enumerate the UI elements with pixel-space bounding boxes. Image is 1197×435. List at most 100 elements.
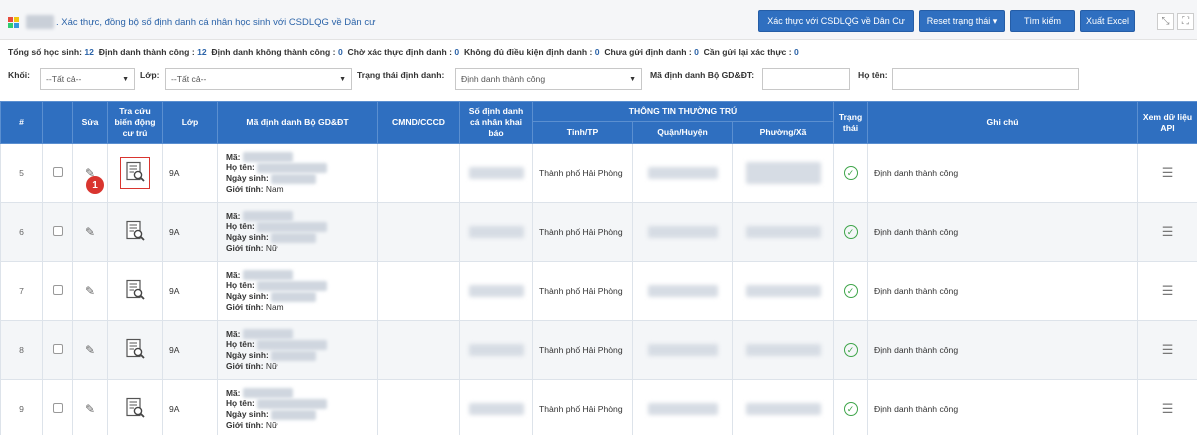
phuong-cell [731, 202, 835, 262]
residence-lookup-icon[interactable] [124, 338, 146, 360]
tinh-cell: Thành phố Hải Phòng [532, 202, 633, 262]
col-ma-dinh-danh: Mã định danh Bộ GD&ĐT [217, 101, 378, 144]
cmnd-cell [377, 202, 460, 262]
note-cell: Định danh thành công [867, 261, 1139, 321]
class-cell: 9A [162, 202, 218, 262]
ho-ten-input[interactable] [892, 68, 1079, 90]
trang-thai-select[interactable]: Định danh thành công ▼ [455, 68, 642, 90]
col-quan: Quận/Huyện [632, 121, 733, 144]
check-circle-icon: ✓ [843, 343, 858, 357]
lop-select[interactable]: --Tất cả-- ▼ [165, 68, 352, 90]
ma-dinh-danh-label: Mã định danh Bộ GD&ĐT: [650, 70, 755, 80]
tinh-cell: Thành phố Hải Phòng [532, 143, 633, 203]
table-row: 6 ✎ 9A Mã: Họ tên: Ngày sinh: Giới tính: Nữ… [0, 202, 1197, 262]
cmnd-cell [377, 261, 460, 321]
step-marker-badge: 1 [86, 176, 104, 194]
phuong-cell [731, 261, 835, 321]
check-circle-icon: ✓ [843, 284, 858, 298]
check-circle-icon: ✓ [843, 402, 858, 416]
caret-down-icon: ▼ [629, 76, 636, 83]
page-title: . Xác thực, đồng bộ số định danh cá nhân… [56, 17, 376, 28]
residence-lookup-icon[interactable] [124, 220, 146, 242]
col-phuong: Phường/Xã [731, 121, 835, 144]
note-cell: Định danh thành công [867, 143, 1139, 203]
row-checkbox[interactable] [52, 285, 63, 295]
tinh-cell: Thành phố Hải Phòng [532, 379, 633, 435]
row-number: 9 [0, 379, 43, 435]
phuong-cell [731, 320, 835, 380]
row-number: 5 [0, 143, 43, 203]
residence-lookup-icon[interactable] [124, 161, 146, 183]
class-cell: 9A [162, 143, 218, 203]
col-lop: Lớp [162, 101, 218, 144]
so-dinh-danh-cell [459, 143, 533, 203]
student-info-cell: Mã: Họ tên: Ngày sinh: Giới tính: Nữ [217, 202, 378, 262]
col-so-dinh-danh: Số định danh cá nhân khai báo [459, 101, 533, 144]
ho-ten-label: Họ tên: [858, 70, 888, 80]
col-ghi-chu: Ghi chú [867, 101, 1139, 144]
fullscreen-icon[interactable]: ⛶ [1177, 13, 1194, 30]
reset-status-button[interactable]: Reset trạng thái ▾ [919, 10, 1005, 32]
search-button[interactable]: Tìm kiếm [1010, 10, 1075, 32]
top-toolbar: . Xác thực, đồng bộ số định danh cá nhân… [0, 0, 1197, 40]
student-info-cell: Mã: Họ tên: Ngày sinh: Giới tính: Nữ [217, 379, 378, 435]
pencil-icon[interactable]: ✎ [85, 402, 95, 416]
view-api-data-icon[interactable]: ☰ [1162, 224, 1174, 239]
student-table: # Sửa Tra cứu biến động cư trú Lớp Mã định… [0, 101, 1197, 435]
khoi-select[interactable]: --Tất cả-- ▼ [40, 68, 135, 90]
row-checkbox[interactable] [52, 226, 63, 236]
col-group-thuong-tru: THÔNG TIN THƯỜNG TRÚ [531, 101, 835, 122]
class-cell: 9A [162, 261, 218, 321]
view-api-data-icon[interactable]: ☰ [1162, 165, 1174, 180]
col-trang-thai: Trạng thái [833, 101, 869, 144]
quan-cell [632, 143, 733, 203]
tinh-cell: Thành phố Hải Phòng [532, 320, 633, 380]
view-api-data-icon[interactable]: ☰ [1162, 342, 1174, 357]
student-info-cell: Mã: Họ tên: Ngày sinh: Giới tính: Nam [217, 143, 378, 203]
export-excel-button[interactable]: Xuất Excel [1080, 10, 1135, 32]
class-cell: 9A [162, 379, 218, 435]
quan-cell [632, 320, 733, 380]
tinh-cell: Thành phố Hải Phòng [532, 261, 633, 321]
ma-dinh-danh-input[interactable] [762, 68, 850, 90]
residence-lookup-icon[interactable] [124, 397, 146, 419]
pencil-icon[interactable]: ✎ [85, 343, 95, 357]
caret-down-icon: ▾ [992, 15, 998, 26]
pencil-icon[interactable]: ✎ [85, 225, 95, 239]
collapse-icon[interactable]: ⤡ [1157, 13, 1174, 30]
quan-cell [632, 379, 733, 435]
so-dinh-danh-cell [459, 261, 533, 321]
check-circle-icon: ✓ [843, 166, 858, 180]
pencil-icon[interactable]: ✎ [85, 284, 95, 298]
col-api: Xem dữ liệu API [1137, 101, 1197, 144]
row-checkbox[interactable] [52, 167, 63, 177]
col-sua: Sửa [72, 101, 108, 144]
view-api-data-icon[interactable]: ☰ [1162, 283, 1174, 298]
quan-cell [632, 261, 733, 321]
cmnd-cell [377, 379, 460, 435]
row-checkbox[interactable] [52, 344, 63, 354]
cmnd-cell [377, 320, 460, 380]
col-cmnd: CMND/CCCD [377, 101, 460, 144]
residence-lookup-icon[interactable] [124, 279, 146, 301]
row-number: 7 [0, 261, 43, 321]
table-row: 7 ✎ 9A Mã: Họ tên: Ngày sinh: Giới tính: Na… [0, 261, 1197, 321]
row-checkbox[interactable] [52, 403, 63, 413]
so-dinh-danh-cell [459, 320, 533, 380]
verify-button[interactable]: Xác thực với CSDLQG về Dân Cư [758, 10, 914, 32]
breadcrumb-redacted [26, 15, 54, 29]
col-tinh: Tỉnh/TP [532, 121, 633, 144]
phuong-cell [731, 143, 835, 203]
class-cell: 9A [162, 320, 218, 380]
view-api-data-icon[interactable]: ☰ [1162, 401, 1174, 416]
lop-label: Lớp: [140, 70, 160, 80]
caret-down-icon: ▼ [339, 76, 346, 83]
student-info-cell: Mã: Họ tên: Ngày sinh: Giới tính: Nữ [217, 320, 378, 380]
caret-down-icon: ▼ [122, 76, 129, 83]
note-cell: Định danh thành công [867, 202, 1139, 262]
table-row: 9 ✎ 9A Mã: Họ tên: Ngày sinh: Giới tính: Nữ… [0, 379, 1197, 435]
note-cell: Định danh thành công [867, 320, 1139, 380]
student-info-cell: Mã: Họ tên: Ngày sinh: Giới tính: Nam [217, 261, 378, 321]
summary-bar: Tổng số học sinh: 12 Định danh thành côn… [8, 47, 799, 57]
app-grid-icon[interactable] [8, 17, 19, 28]
